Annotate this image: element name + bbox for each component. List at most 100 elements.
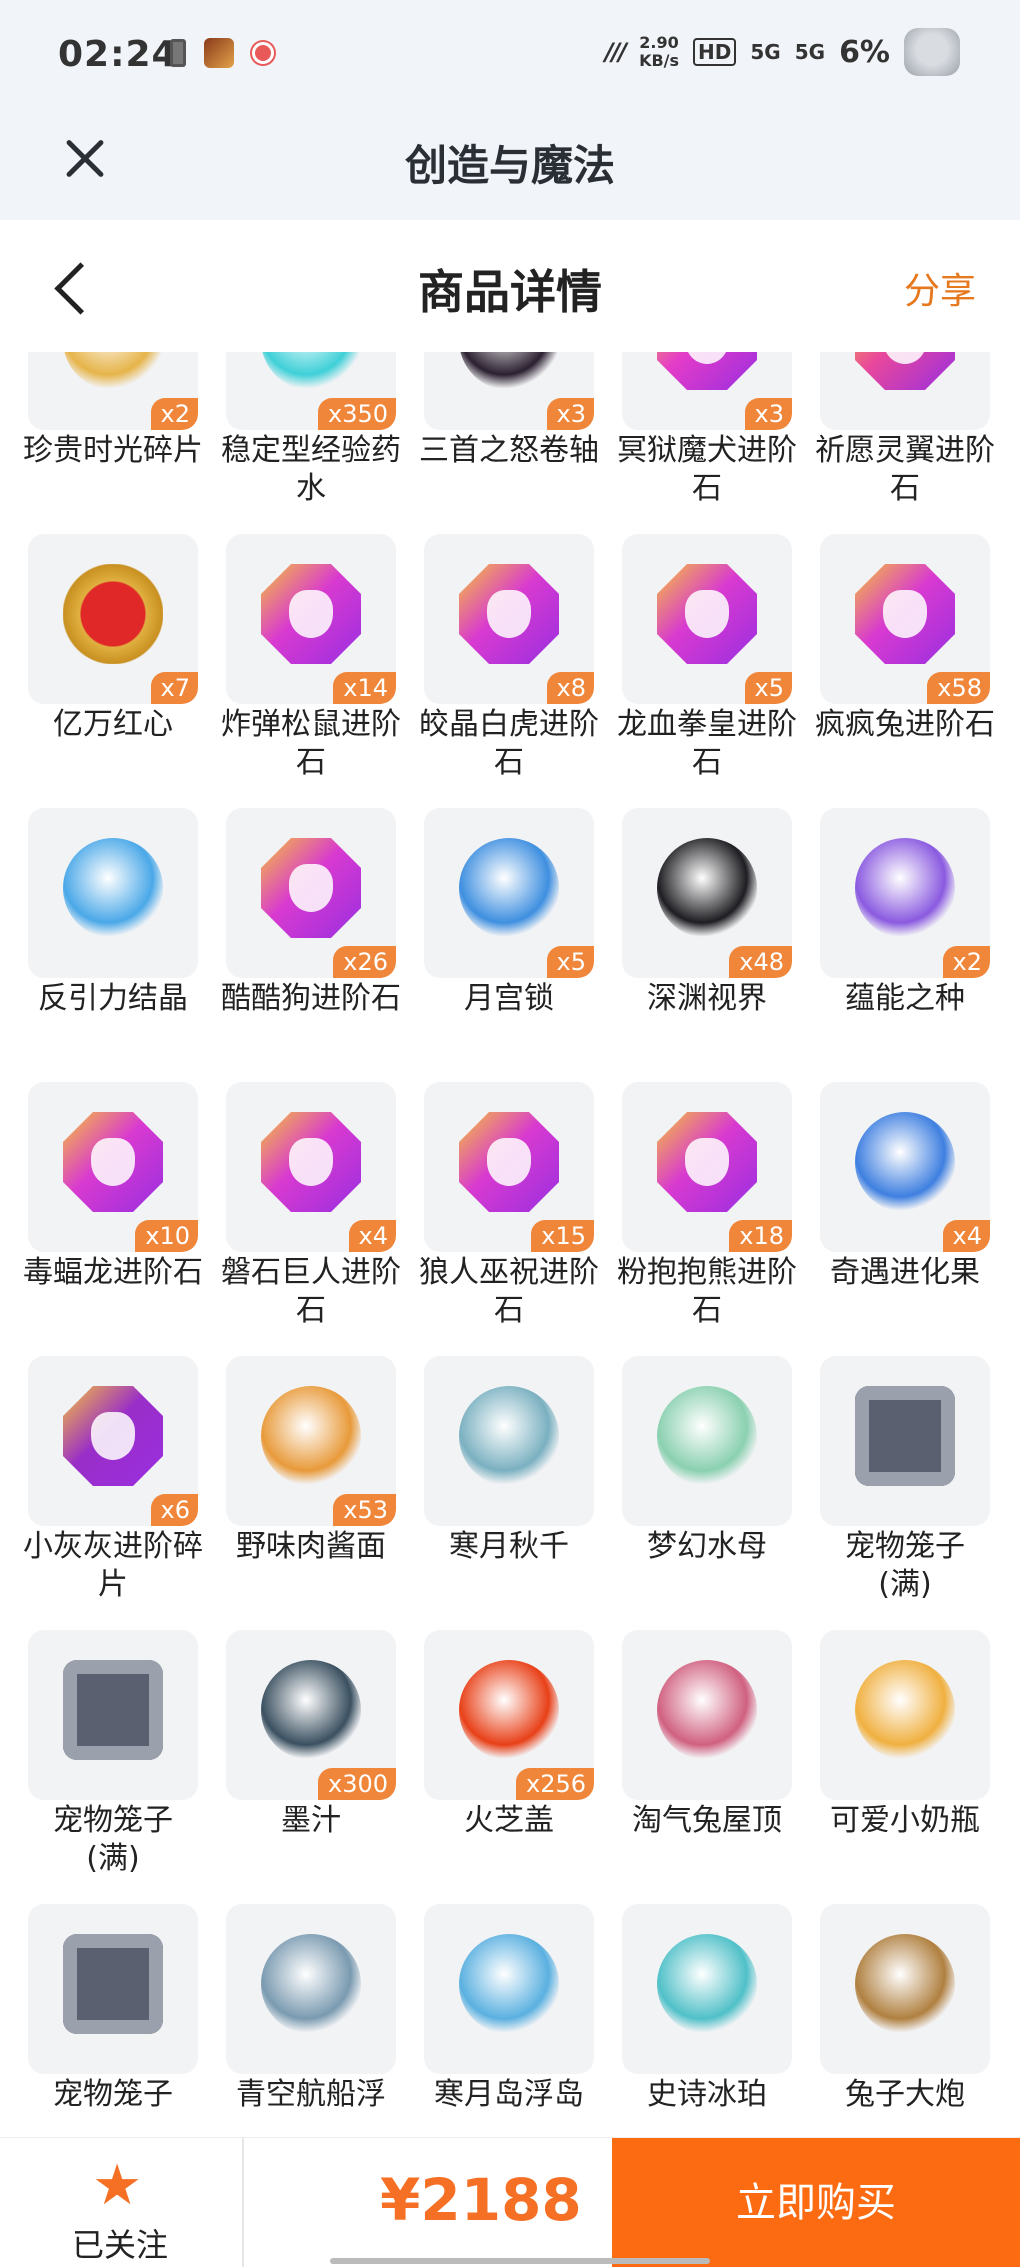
item-card[interactable]: x2 珍贵时光碎片 — [23, 352, 203, 530]
item-card[interactable]: 梦幻水母 — [622, 1356, 792, 1626]
item-card[interactable]: x2 蕴能之种 — [820, 808, 990, 1078]
heart-icon — [63, 564, 163, 664]
item-card[interactable]: x5 月宫锁 — [424, 808, 594, 1078]
item-card[interactable]: 可爱小奶瓶 — [820, 1630, 990, 1900]
quantity-badge: x300 — [317, 1768, 396, 1800]
item-thumbnail — [424, 1904, 594, 2074]
item-card[interactable]: x4 奇遇进化果 — [820, 1082, 990, 1352]
item-grid[interactable]: x2 珍贵时光碎片 x350 稳定型经验药水 x3 三首之怒卷轴 x3 冥狱魔犬进阶石 祈愿灵翼… — [0, 352, 1020, 2137]
potion-icon — [261, 352, 361, 390]
gem-icon — [63, 1386, 163, 1486]
item-card[interactable]: 青空航船浮 — [226, 1904, 396, 2137]
item-name: 淘气兔屋顶 — [632, 1803, 782, 1838]
item-thumbnail — [28, 808, 198, 978]
item-card[interactable]: x4 磐石巨人进阶石 — [221, 1082, 401, 1352]
pet-cage-icon — [63, 1934, 163, 2034]
item-name: 三首之怒卷轴 — [419, 433, 599, 468]
storage-icon — [170, 39, 186, 67]
item-thumbnail: x18 — [622, 1082, 792, 1252]
item-card[interactable]: x7 亿万红心 — [28, 534, 198, 804]
item-card[interactable]: x26 酷酷狗进阶石 — [221, 808, 401, 1078]
item-card[interactable]: x14 炸弹松鼠进阶石 — [221, 534, 401, 804]
divider — [242, 2138, 244, 2267]
gem-icon — [261, 838, 361, 938]
item-card[interactable]: 淘气兔屋顶 — [622, 1630, 792, 1900]
item-thumbnail: x53 — [226, 1356, 396, 1526]
item-thumbnail — [820, 1904, 990, 2074]
network-activity-icon: /// — [604, 38, 627, 66]
spear-icon — [657, 1934, 757, 2034]
gem-icon — [261, 564, 361, 664]
item-name: 月宫锁 — [464, 981, 554, 1016]
item-name: 梦幻水母 — [647, 1529, 767, 1564]
quantity-badge: x350 — [317, 398, 396, 430]
share-button[interactable]: 分享 — [904, 262, 976, 314]
quantity-badge: x2 — [942, 946, 990, 978]
item-thumbnail: x7 — [28, 534, 198, 704]
status-right-icons: /// 2.90 KB/s HD 5G 5G 6% — [605, 28, 960, 76]
item-thumbnail: x3 — [424, 352, 594, 430]
item-thumbnail: x15 — [424, 1082, 594, 1252]
item-thumbnail: x4 — [226, 1082, 396, 1252]
home-indicator — [330, 2258, 710, 2264]
ink-bottle-icon — [261, 1660, 361, 1760]
item-card[interactable]: x3 冥狱魔犬进阶石 — [617, 352, 797, 530]
item-card[interactable]: 史诗冰珀 — [622, 1904, 792, 2137]
item-name: 反引力结晶 — [38, 981, 188, 1016]
item-name: 寒月秋千 — [449, 1529, 569, 1564]
buy-now-button[interactable]: 立即购买 — [612, 2138, 1020, 2267]
item-card[interactable]: 宠物笼子 (满) — [28, 1630, 198, 1900]
item-card[interactable]: x3 三首之怒卷轴 — [419, 352, 599, 530]
gem-icon — [63, 1112, 163, 1212]
quantity-badge: x4 — [348, 1220, 396, 1252]
quantity-badge: x4 — [942, 1220, 990, 1252]
item-thumbnail: x4 — [820, 1082, 990, 1252]
battery-percent: 6% — [839, 34, 890, 70]
item-card[interactable]: x8 皎晶白虎进阶石 — [419, 534, 599, 804]
item-card[interactable]: 反引力结晶 — [28, 808, 198, 1078]
item-card[interactable]: x6 小灰灰进阶碎片 — [23, 1356, 203, 1626]
item-card[interactable]: 寒月岛浮岛 — [424, 1904, 594, 2137]
item-card[interactable]: 寒月秋千 — [424, 1356, 594, 1626]
item-thumbnail: x5 — [424, 808, 594, 978]
item-card[interactable]: x58 疯疯兔进阶石 — [815, 534, 995, 804]
quantity-badge: x7 — [150, 672, 198, 704]
quantity-badge: x3 — [744, 398, 792, 430]
item-name: 龙血拳皇进阶石 — [617, 707, 797, 780]
item-thumbnail: x350 — [226, 352, 396, 430]
item-card[interactable]: 宠物笼子 — [28, 1904, 198, 2137]
quantity-badge: x256 — [515, 1768, 594, 1800]
item-card[interactable]: x48 深渊视界 — [622, 808, 792, 1078]
quantity-badge: x6 — [150, 1494, 198, 1526]
item-card[interactable]: x15 狼人巫祝进阶石 — [419, 1082, 599, 1352]
item-card[interactable]: 兔子大炮 — [820, 1904, 990, 2137]
item-name: 酷酷狗进阶石 — [221, 981, 401, 1016]
item-thumbnail — [820, 1630, 990, 1800]
item-card[interactable]: x18 粉抱抱熊进阶石 — [617, 1082, 797, 1352]
mushroom-icon — [459, 1660, 559, 1760]
island-icon — [459, 1934, 559, 2034]
item-card[interactable]: 宠物笼子 (满) — [820, 1356, 990, 1626]
gem-icon — [657, 1112, 757, 1212]
item-card[interactable]: x53 野味肉酱面 — [226, 1356, 396, 1626]
quantity-badge: x8 — [546, 672, 594, 704]
item-card[interactable]: x350 稳定型经验药水 — [221, 352, 401, 530]
item-card[interactable]: x5 龙血拳皇进阶石 — [617, 534, 797, 804]
item-card[interactable]: 祈愿灵翼进阶石 — [815, 352, 995, 530]
battery-mascot-icon — [904, 28, 960, 76]
item-card[interactable]: x10 毒蝠龙进阶石 — [23, 1082, 203, 1352]
item-name: 皎晶白虎进阶石 — [419, 707, 599, 780]
pet-cage-icon — [855, 1386, 955, 1486]
follow-button[interactable]: ★ 已关注 — [40, 2138, 200, 2267]
item-thumbnail — [28, 1904, 198, 2074]
item-name: 小灰灰进阶碎片 — [23, 1529, 203, 1602]
status-bar: 02:24 /// 2.90 KB/s HD 5G 5G 6% — [0, 0, 1020, 112]
item-thumbnail — [622, 1356, 792, 1526]
gem-icon — [657, 352, 757, 390]
item-card[interactable]: x256 火芝盖 — [424, 1630, 594, 1900]
item-card[interactable]: x300 墨汁 — [226, 1630, 396, 1900]
item-name: 墨汁 — [281, 1803, 341, 1838]
roof-icon — [657, 1660, 757, 1760]
item-name: 青空航船浮 — [236, 2077, 386, 2112]
pet-cage-icon — [63, 1660, 163, 1760]
